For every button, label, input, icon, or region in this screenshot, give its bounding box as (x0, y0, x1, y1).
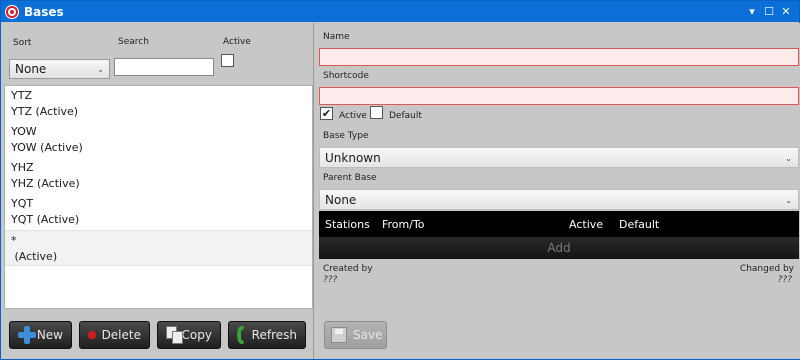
title-bar[interactable]: Bases ▾ ☐ ✕ (1, 1, 799, 22)
delete-button[interactable]: Delete (79, 321, 150, 349)
plus-icon (18, 326, 36, 344)
parent-base-value: None (325, 193, 357, 207)
column-active[interactable]: Active (569, 218, 603, 231)
column-stations[interactable]: Stations (325, 218, 370, 231)
bases-window: Bases ▾ ☐ ✕ Sort Search Active None ⌄ YT… (0, 0, 800, 360)
target-icon (5, 4, 19, 19)
list-item-code: * (11, 234, 17, 247)
delete-button-label: Delete (101, 328, 141, 342)
list-item[interactable]: YQT YQT (Active) (5, 194, 312, 230)
active-filter-label: Active (223, 37, 251, 47)
list-item-selected[interactable]: * (Active) (5, 230, 312, 266)
new-button-label: New (36, 328, 63, 342)
window-title: Bases (24, 4, 64, 19)
list-item-sub: YHZ (Active) (11, 177, 80, 190)
save-disk-icon (331, 327, 347, 343)
parent-base-label: Parent Base (323, 173, 377, 183)
active-filter-checkbox[interactable] (221, 54, 234, 67)
changed-by-value: ??? (777, 275, 792, 285)
left-toolbar: New Delete Copy Refresh (9, 321, 306, 349)
list-item-sub: YQT (Active) (11, 213, 80, 226)
refresh-button-label: Refresh (251, 328, 297, 342)
base-type-label: Base Type (323, 131, 369, 141)
sort-label: Sort (13, 38, 32, 48)
list-item-code: YHZ (11, 161, 34, 174)
shortcode-field[interactable] (319, 87, 799, 105)
stations-grid-header: Stations From/To Active Default (319, 211, 799, 238)
copy-icon (166, 326, 183, 344)
bases-list[interactable]: YTZ YTZ (Active) YOW YOW (Active) YHZ YH… (4, 85, 313, 309)
save-button-label: Save (353, 328, 383, 342)
column-from-to[interactable]: From/To (382, 218, 425, 231)
minimize-icon[interactable]: ▾ (745, 5, 759, 19)
copy-button-label: Copy (181, 328, 212, 342)
active-checkbox[interactable]: ✔ (320, 107, 333, 120)
search-input[interactable] (114, 58, 214, 76)
list-item-sub: (Active) (11, 250, 58, 263)
chevron-down-icon: ⌄ (785, 196, 792, 205)
minus-icon (88, 331, 96, 339)
sort-select-value: None (15, 62, 47, 76)
shortcode-label: Shortcode (323, 71, 369, 81)
parent-base-select[interactable]: None ⌄ (319, 189, 799, 210)
add-station-button[interactable]: Add (319, 237, 799, 259)
active-checkbox-label: Active (339, 111, 367, 121)
copy-button[interactable]: Copy (157, 321, 221, 349)
list-item-sub: YOW (Active) (11, 141, 83, 154)
name-field[interactable] (319, 48, 799, 66)
refresh-button[interactable]: Refresh (228, 321, 306, 349)
list-item-code: YOW (11, 125, 37, 138)
chevron-down-icon: ⌄ (97, 65, 104, 74)
refresh-icon (237, 326, 246, 344)
search-label: Search (118, 37, 149, 47)
base-type-select[interactable]: Unknown ⌄ (319, 147, 799, 168)
right-panel: Name Shortcode ✔ Active Default Base Typ… (316, 23, 800, 359)
name-label: Name (323, 32, 350, 42)
new-button[interactable]: New (9, 321, 72, 349)
list-item[interactable]: YOW YOW (Active) (5, 122, 312, 158)
chevron-down-icon: ⌄ (785, 154, 792, 163)
list-item-code: YQT (11, 197, 34, 210)
list-item-sub: YTZ (Active) (11, 105, 79, 118)
default-checkbox[interactable] (370, 106, 383, 119)
default-checkbox-label: Default (389, 111, 422, 121)
close-icon[interactable]: ✕ (779, 5, 793, 19)
list-item[interactable]: YTZ YTZ (Active) (5, 86, 312, 122)
list-item[interactable]: YHZ YHZ (Active) (5, 158, 312, 194)
sort-select[interactable]: None ⌄ (9, 59, 110, 79)
column-default[interactable]: Default (619, 218, 659, 231)
save-button[interactable]: Save (324, 321, 387, 349)
base-type-value: Unknown (325, 151, 381, 165)
list-item-code: YTZ (11, 89, 32, 102)
changed-by-label: Changed by (739, 264, 794, 274)
maximize-icon[interactable]: ☐ (762, 5, 776, 19)
created-by-label: Created by (323, 264, 373, 274)
left-panel: Sort Search Active None ⌄ YTZ YTZ (Activ… (2, 23, 314, 359)
created-by-value: ??? (323, 275, 338, 285)
